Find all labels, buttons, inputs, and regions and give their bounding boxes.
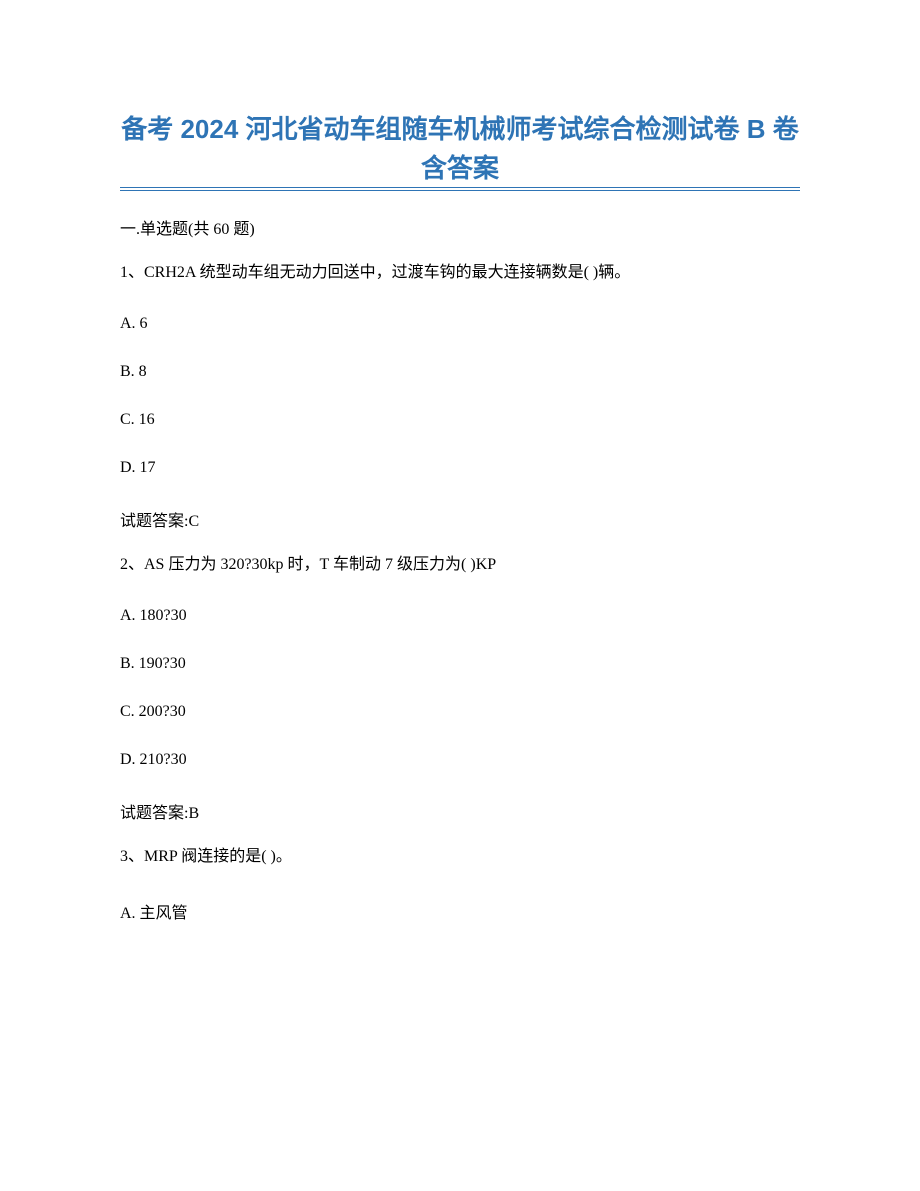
page-title-line1: 备考 2024 河北省动车组随车机械师考试综合检测试卷 B 卷 <box>120 110 800 149</box>
answer-text: 试题答案:B <box>120 799 800 823</box>
question-stem: 3、MRP 阀连接的是( )。 <box>120 845 800 869</box>
option-b: B. 8 <box>120 363 800 381</box>
option-a: A. 180?30 <box>120 607 800 625</box>
option-d: D. 17 <box>120 459 800 477</box>
title-underline <box>120 190 800 191</box>
option-b: B. 190?30 <box>120 655 800 673</box>
option-c: C. 16 <box>120 411 800 429</box>
answer-text: 试题答案:C <box>120 507 800 531</box>
option-d: D. 210?30 <box>120 751 800 769</box>
exam-page: 备考 2024 河北省动车组随车机械师考试综合检测试卷 B 卷 含答案 一.单选… <box>0 0 920 1191</box>
option-a: A. 主风管 <box>120 899 800 923</box>
question-stem: 1、CRH2A 统型动车组无动力回送中，过渡车钩的最大连接辆数是( )辆。 <box>120 261 800 285</box>
option-a: A. 6 <box>120 315 800 333</box>
question-stem: 2、AS 压力为 320?30kp 时，T 车制动 7 级压力为( )KP <box>120 553 800 577</box>
section-header: 一.单选题(共 60 题) <box>120 215 800 239</box>
page-title-line2: 含答案 <box>120 149 800 188</box>
option-c: C. 200?30 <box>120 703 800 721</box>
